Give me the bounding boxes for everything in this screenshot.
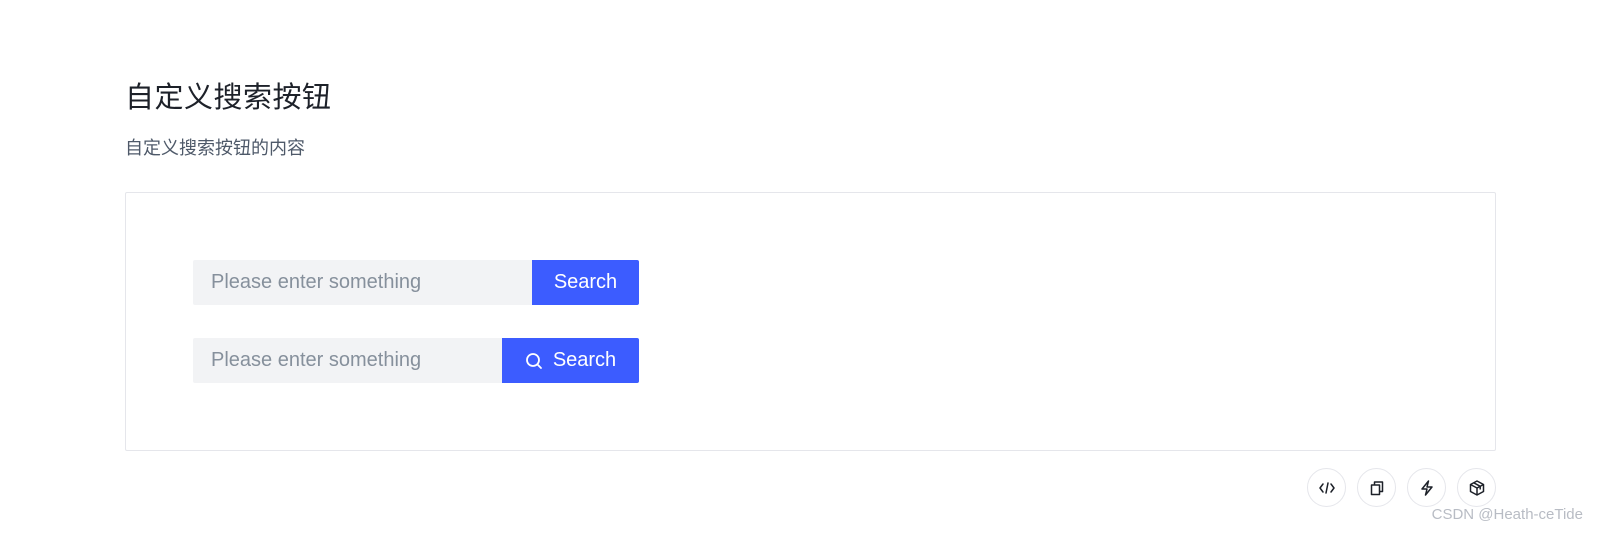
search-button[interactable]: Search bbox=[502, 338, 639, 383]
open-playground-button[interactable] bbox=[1407, 468, 1446, 507]
page: 自定义搜索按钮 自定义搜索按钮的内容 Search Search bbox=[0, 0, 1605, 543]
codesandbox-icon bbox=[1468, 479, 1486, 497]
lightning-icon bbox=[1418, 479, 1436, 497]
search-row-plain: Search bbox=[193, 260, 639, 305]
search-button-label: Search bbox=[553, 271, 618, 293]
search-row-with-icon: Search bbox=[193, 338, 639, 383]
search-input[interactable] bbox=[193, 338, 502, 383]
code-icon bbox=[1318, 479, 1336, 497]
search-button-label: Search bbox=[552, 349, 617, 371]
search-button[interactable]: Search bbox=[532, 260, 639, 305]
watermark: CSDN @Heath-ceTide bbox=[1431, 506, 1583, 523]
page-description: 自定义搜索按钮的内容 bbox=[125, 138, 305, 158]
search-input[interactable] bbox=[193, 260, 532, 305]
copy-icon bbox=[1368, 479, 1386, 497]
search-icon bbox=[525, 352, 543, 370]
demo-toolbar bbox=[1307, 468, 1496, 507]
show-code-button[interactable] bbox=[1307, 468, 1346, 507]
demo-box: Search Search bbox=[125, 192, 1496, 451]
open-codesandbox-button[interactable] bbox=[1457, 468, 1496, 507]
copy-code-button[interactable] bbox=[1357, 468, 1396, 507]
page-title: 自定义搜索按钮 bbox=[125, 82, 332, 114]
